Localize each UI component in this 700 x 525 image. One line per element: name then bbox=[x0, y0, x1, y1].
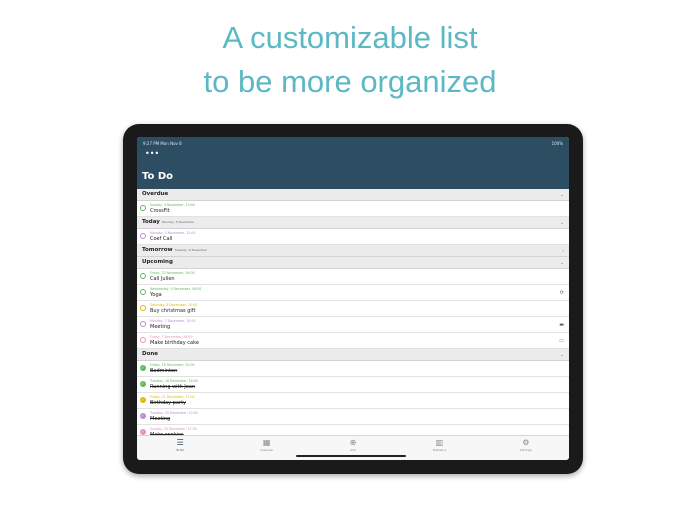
app-screen: 9:27 PM Mon Nov 8 100% ••• To Do Overdue… bbox=[137, 137, 569, 460]
task-title: Running with Jean bbox=[150, 384, 196, 390]
task-row[interactable]: Monday, 5 November, 12:00 Coef Call bbox=[137, 229, 569, 245]
chevron-icon[interactable]: ⌄ bbox=[561, 217, 564, 228]
checkbox-circle-icon[interactable] bbox=[140, 305, 146, 311]
task-date: Friday, 21 December, 17:00 bbox=[150, 395, 195, 399]
task-row[interactable]: Friday, 7 December, 16:00 Make birthday c… bbox=[137, 333, 569, 349]
headline-line-2: to be more organized bbox=[203, 64, 497, 99]
checked-circle-icon[interactable] bbox=[140, 397, 146, 403]
status-bar: 9:27 PM Mon Nov 8 100% bbox=[137, 137, 569, 150]
checked-circle-icon[interactable] bbox=[140, 413, 146, 419]
task-row[interactable]: Tuesday, 25 December, 10:00Meeting bbox=[137, 409, 569, 425]
task-date: Sunday, 4 November, 19:00 bbox=[150, 203, 195, 207]
more-icon[interactable]: ••• bbox=[145, 150, 159, 158]
task-attribute-icon: ▬ bbox=[559, 322, 564, 328]
page-title: To Do bbox=[142, 171, 174, 182]
task-title: Make birthday cake bbox=[150, 340, 199, 346]
task-date: Wednesday, 5 December, 08:00 bbox=[150, 287, 202, 291]
section-title: Today bbox=[142, 219, 160, 225]
statistics-icon: ▥ bbox=[435, 438, 444, 447]
section-title: Done bbox=[142, 351, 158, 357]
checked-circle-icon[interactable] bbox=[140, 381, 146, 387]
task-attribute-icon: ⟳ bbox=[559, 290, 564, 296]
task-title: Call Julien bbox=[150, 276, 175, 282]
task-attribute-icon: ▭ bbox=[559, 338, 564, 344]
section-header-today[interactable]: Today Monday, 5 November ⌄ bbox=[137, 217, 569, 229]
checkbox-circle-icon[interactable] bbox=[140, 205, 146, 211]
tab-statistics[interactable]: ▥ Statistics bbox=[396, 436, 482, 460]
task-date: Saturday, 8 December, 10:00 bbox=[150, 303, 198, 307]
task-row[interactable]: Tuesday, 18 December, 18:00Running with … bbox=[137, 377, 569, 393]
task-date: Friday, 16 December, 20:00 bbox=[150, 363, 195, 367]
section-header-tomorrow[interactable]: Tomorrow Tuesday, 6 November › bbox=[137, 245, 569, 257]
task-date: Tuesday, 25 December, 10:00 bbox=[150, 411, 198, 415]
task-title: Meeting bbox=[150, 324, 171, 330]
section-title: Upcoming bbox=[142, 259, 173, 265]
gear-icon: ⚙ bbox=[522, 438, 530, 447]
task-title: Yoga bbox=[150, 292, 162, 298]
chevron-icon[interactable]: ⌄ bbox=[561, 349, 564, 360]
task-row[interactable]: Wednesday, 5 December, 08:00 Yoga ⟳ bbox=[137, 285, 569, 301]
task-title: Badminton bbox=[150, 368, 178, 374]
list-icon: ☰ bbox=[176, 438, 184, 447]
tab-to-do[interactable]: ☰ To Do bbox=[137, 436, 223, 460]
section-date: Monday, 5 November bbox=[161, 220, 195, 224]
chevron-icon[interactable]: › bbox=[562, 245, 564, 256]
section-date: Tuesday, 6 November bbox=[174, 248, 208, 252]
chevron-icon[interactable]: ⌄ bbox=[561, 257, 564, 268]
task-row[interactable]: Sunday, 4 November, 19:00 CrossFit bbox=[137, 201, 569, 217]
task-title: Coef Call bbox=[150, 236, 173, 242]
add-icon: ⊕ bbox=[349, 438, 357, 447]
checkbox-circle-icon[interactable] bbox=[140, 321, 146, 327]
task-date: Monday, 7 December, 10:00 bbox=[150, 319, 196, 323]
task-title: Birthday party bbox=[150, 400, 187, 406]
task-row[interactable]: Friday, 21 December, 17:00Birthday party bbox=[137, 393, 569, 409]
section-header-done[interactable]: Done ⌄ bbox=[137, 349, 569, 361]
task-date: Sunday, 30 December, 17:00 bbox=[150, 427, 197, 431]
task-row[interactable]: Friday, 23 November, 16:00 Call Julien bbox=[137, 269, 569, 285]
nav-bar: ••• To Do bbox=[137, 150, 569, 189]
section-title: Tomorrow bbox=[142, 247, 173, 253]
task-row[interactable]: Saturday, 8 December, 10:00 Buy christmas… bbox=[137, 301, 569, 317]
tab-label: Settings bbox=[519, 448, 532, 452]
chevron-icon[interactable]: ⌄ bbox=[561, 189, 564, 200]
section-title: Overdue bbox=[142, 191, 169, 197]
battery-status: 100% bbox=[551, 141, 563, 146]
task-title: Meeting bbox=[150, 416, 171, 422]
task-row[interactable]: Monday, 7 December, 10:00 Meeting ▬ bbox=[137, 317, 569, 333]
checkbox-circle-icon[interactable] bbox=[140, 289, 146, 295]
checkbox-circle-icon[interactable] bbox=[140, 337, 146, 343]
checked-circle-icon[interactable] bbox=[140, 365, 146, 371]
headline-line-1: A customizable list bbox=[222, 20, 478, 55]
home-indicator bbox=[296, 455, 406, 457]
tab-settings[interactable]: ⚙ Settings bbox=[483, 436, 569, 460]
task-row[interactable]: Friday, 16 December, 20:00Badminton bbox=[137, 361, 569, 377]
task-date: Monday, 5 November, 12:00 bbox=[150, 231, 196, 235]
section-header-overdue[interactable]: Overdue ⌄ bbox=[137, 189, 569, 201]
checkbox-circle-icon[interactable] bbox=[140, 273, 146, 279]
task-date: Tuesday, 18 December, 18:00 bbox=[150, 379, 198, 383]
calendar-icon: ▦ bbox=[262, 438, 271, 447]
todo-list: Overdue ⌄ Sunday, 4 November, 19:00 CrossFi… bbox=[137, 189, 569, 457]
section-header-upcoming[interactable]: Upcoming ⌄ bbox=[137, 257, 569, 269]
tab-label: To Do bbox=[176, 448, 185, 452]
task-title: CrossFit bbox=[150, 208, 170, 214]
task-date: Friday, 7 December, 16:00 bbox=[150, 335, 193, 339]
status-time: 9:27 PM Mon Nov 8 bbox=[143, 141, 182, 146]
checkbox-circle-icon[interactable] bbox=[140, 233, 146, 239]
tab-label: Add bbox=[350, 448, 356, 452]
tab-label: Statistics bbox=[432, 448, 447, 452]
task-date: Friday, 23 November, 16:00 bbox=[150, 271, 195, 275]
task-title: Buy christmas gift bbox=[150, 308, 196, 314]
tab-label: Calendar bbox=[259, 448, 274, 452]
